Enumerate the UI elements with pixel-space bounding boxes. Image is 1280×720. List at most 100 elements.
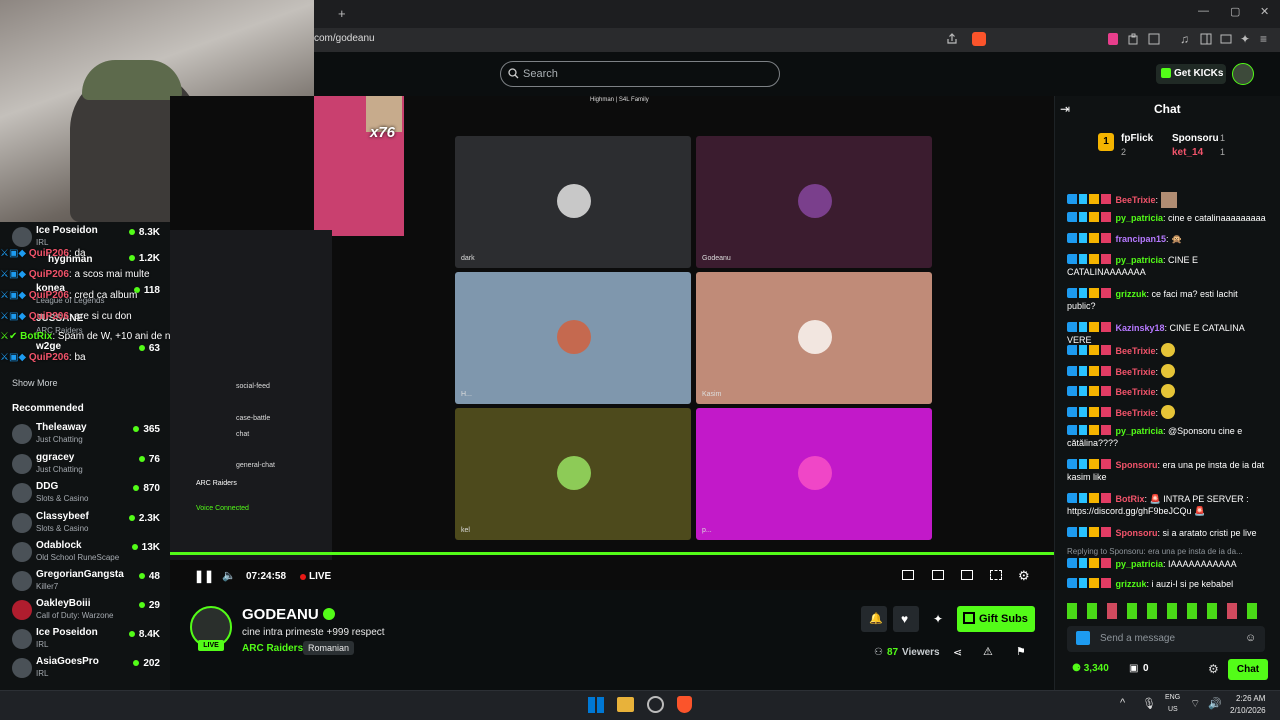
- chat-username[interactable]: BotRix: [1116, 494, 1145, 504]
- gift-box-icon: ▣: [1129, 663, 1139, 674]
- live-dot-icon: [128, 631, 135, 637]
- viewer-count-value: 8.4K: [138, 629, 160, 640]
- chat-settings-icon[interactable]: ⚙: [1208, 662, 1219, 676]
- sidebar-icon[interactable]: [1200, 33, 1212, 45]
- mic-icon[interactable]: 🎙: [1142, 697, 1156, 710]
- tray-overflow-icon[interactable]: ^: [1120, 697, 1125, 709]
- profile-icon[interactable]: ⚑: [1016, 645, 1026, 658]
- leaderboard-count: 2: [1121, 147, 1127, 157]
- volume-icon[interactable]: 🔈: [222, 569, 236, 582]
- volume-tray-icon[interactable]: 🔊: [1208, 697, 1222, 710]
- leaderboard-user[interactable]: Sponsoru: [1172, 133, 1219, 144]
- extension-icon[interactable]: [1108, 33, 1118, 45]
- brave-shield-icon[interactable]: [972, 32, 986, 46]
- chat-username[interactable]: BeeTrixie: [1116, 367, 1156, 377]
- chat-username[interactable]: BeeTrixie: [1116, 195, 1156, 205]
- chat-username[interactable]: BeeTrixie: [1116, 346, 1156, 356]
- clip-icon[interactable]: [902, 570, 914, 580]
- clock-time[interactable]: 2:26 AM: [1236, 694, 1265, 703]
- music-icon[interactable]: ♫: [1180, 32, 1189, 46]
- chat-username[interactable]: Sponsoru: [1116, 528, 1158, 538]
- maximize-button[interactable]: ▢: [1230, 5, 1240, 18]
- heart-icon: ♥: [901, 612, 909, 626]
- app-icon[interactable]: [647, 696, 664, 713]
- theater-icon[interactable]: [932, 570, 944, 580]
- brave-browser-icon[interactable]: [677, 696, 692, 713]
- recommended-channel[interactable]: Classybeef Slots & Casino 2.3K: [12, 510, 164, 536]
- chat-username[interactable]: francipan15: [1116, 234, 1167, 244]
- recommended-channel[interactable]: OakleyBoiii Call of Duty: Warzone 29: [12, 597, 164, 623]
- participant-name: dark: [461, 255, 475, 262]
- recommended-channel[interactable]: GregorianGangsta Killer7 48: [12, 568, 164, 594]
- bell-icon: 🔔: [869, 613, 883, 625]
- viewer-count: 2.3K: [128, 513, 160, 524]
- chat-username[interactable]: py_patricia: [1116, 213, 1164, 223]
- chat-username[interactable]: Kazinsky18: [1116, 323, 1165, 333]
- region-indicator[interactable]: US: [1168, 706, 1178, 713]
- leaderboard-user[interactable]: ket_14: [1172, 147, 1203, 158]
- kick-coin-icon: [1161, 68, 1171, 78]
- chat-username[interactable]: py_patricia: [1116, 559, 1164, 569]
- wallet-icon[interactable]: [1220, 33, 1232, 45]
- badge-icon: [1076, 631, 1090, 645]
- progress-bar[interactable]: [170, 552, 1054, 555]
- recommended-channel[interactable]: AsiaGoesPro IRL 202: [12, 655, 164, 681]
- bookmark-icon[interactable]: [1148, 33, 1160, 45]
- send-chat-button[interactable]: Chat: [1228, 659, 1268, 680]
- streamer-name[interactable]: GODEANU: [242, 606, 335, 623]
- collapse-chat-icon[interactable]: ⇥: [1060, 102, 1070, 116]
- chat-message: francipan15: 🙊: [1067, 233, 1267, 245]
- report-icon[interactable]: ⚠: [983, 645, 993, 658]
- user-badges: [1067, 578, 1113, 588]
- puzzle-icon[interactable]: [1128, 33, 1140, 45]
- user-badges: [1067, 558, 1113, 568]
- network-icon[interactable]: ⌔: [1190, 697, 1200, 711]
- chat-username[interactable]: py_patricia: [1116, 255, 1164, 265]
- show-more-link[interactable]: Show More: [12, 378, 58, 388]
- user-badges: [1067, 233, 1113, 243]
- fullscreen-icon[interactable]: [990, 570, 1002, 580]
- notification-button[interactable]: 🔔: [861, 606, 887, 632]
- chat-username[interactable]: grizzuk: [1116, 579, 1147, 589]
- windows-start-icon[interactable]: [588, 697, 604, 713]
- chat-username[interactable]: grizzuk: [1116, 289, 1147, 299]
- emote-image: [1160, 405, 1175, 419]
- share-icon[interactable]: ⋖: [953, 646, 962, 659]
- chat-username[interactable]: BeeTrixie: [1116, 408, 1156, 418]
- pip-icon[interactable]: [961, 570, 973, 580]
- avatar: [12, 513, 32, 533]
- settings-gear-icon[interactable]: ⚙: [1018, 568, 1030, 584]
- user-badges: [1067, 212, 1113, 222]
- emote-image: [1160, 192, 1177, 208]
- clock-date[interactable]: 2/10/2026: [1230, 706, 1266, 715]
- recommended-channel[interactable]: ggracey Just Chatting 76: [12, 451, 164, 477]
- sparkle-icon[interactable]: ✦: [933, 612, 943, 626]
- leaderboard-user[interactable]: fpFlick: [1121, 133, 1153, 144]
- recommended-channel[interactable]: Theleaway Just Chatting 365: [12, 421, 164, 447]
- chat-username[interactable]: Sponsoru: [1116, 460, 1158, 470]
- recommended-channel[interactable]: DDG Slots & Casino 870: [12, 480, 164, 506]
- live-dot-icon: [138, 456, 145, 462]
- get-kicks-label: Get KICKs: [1174, 68, 1224, 79]
- minimize-button[interactable]: —: [1198, 5, 1209, 17]
- leo-ai-icon[interactable]: ✦: [1240, 32, 1250, 46]
- chat-username[interactable]: py_patricia: [1116, 426, 1164, 436]
- new-tab-button[interactable]: +: [338, 6, 346, 21]
- file-explorer-icon[interactable]: [617, 697, 634, 712]
- url-text[interactable]: com/godeanu: [314, 33, 375, 44]
- chat-username[interactable]: BeeTrixie: [1116, 387, 1156, 397]
- share-icon[interactable]: [946, 33, 958, 45]
- follow-button[interactable]: ♥: [893, 606, 919, 632]
- emote-image: [1160, 384, 1175, 398]
- language-indicator[interactable]: ENG: [1165, 694, 1180, 701]
- recommended-channel[interactable]: Ice Poseidon IRL 8.4K: [12, 626, 164, 652]
- emote-bar[interactable]: [1067, 603, 1267, 619]
- menu-icon[interactable]: ≡: [1260, 32, 1267, 46]
- category-link[interactable]: ARC Raiders: [242, 643, 303, 654]
- close-window-button[interactable]: ✕: [1260, 5, 1269, 18]
- recommended-channel[interactable]: Odablock Old School RuneScape 13K: [12, 539, 164, 565]
- user-avatar[interactable]: [1232, 63, 1254, 85]
- language-tag[interactable]: Romanian: [303, 641, 355, 655]
- emoji-icon[interactable]: ☺: [1245, 632, 1256, 644]
- pause-icon[interactable]: ❚❚: [194, 569, 214, 583]
